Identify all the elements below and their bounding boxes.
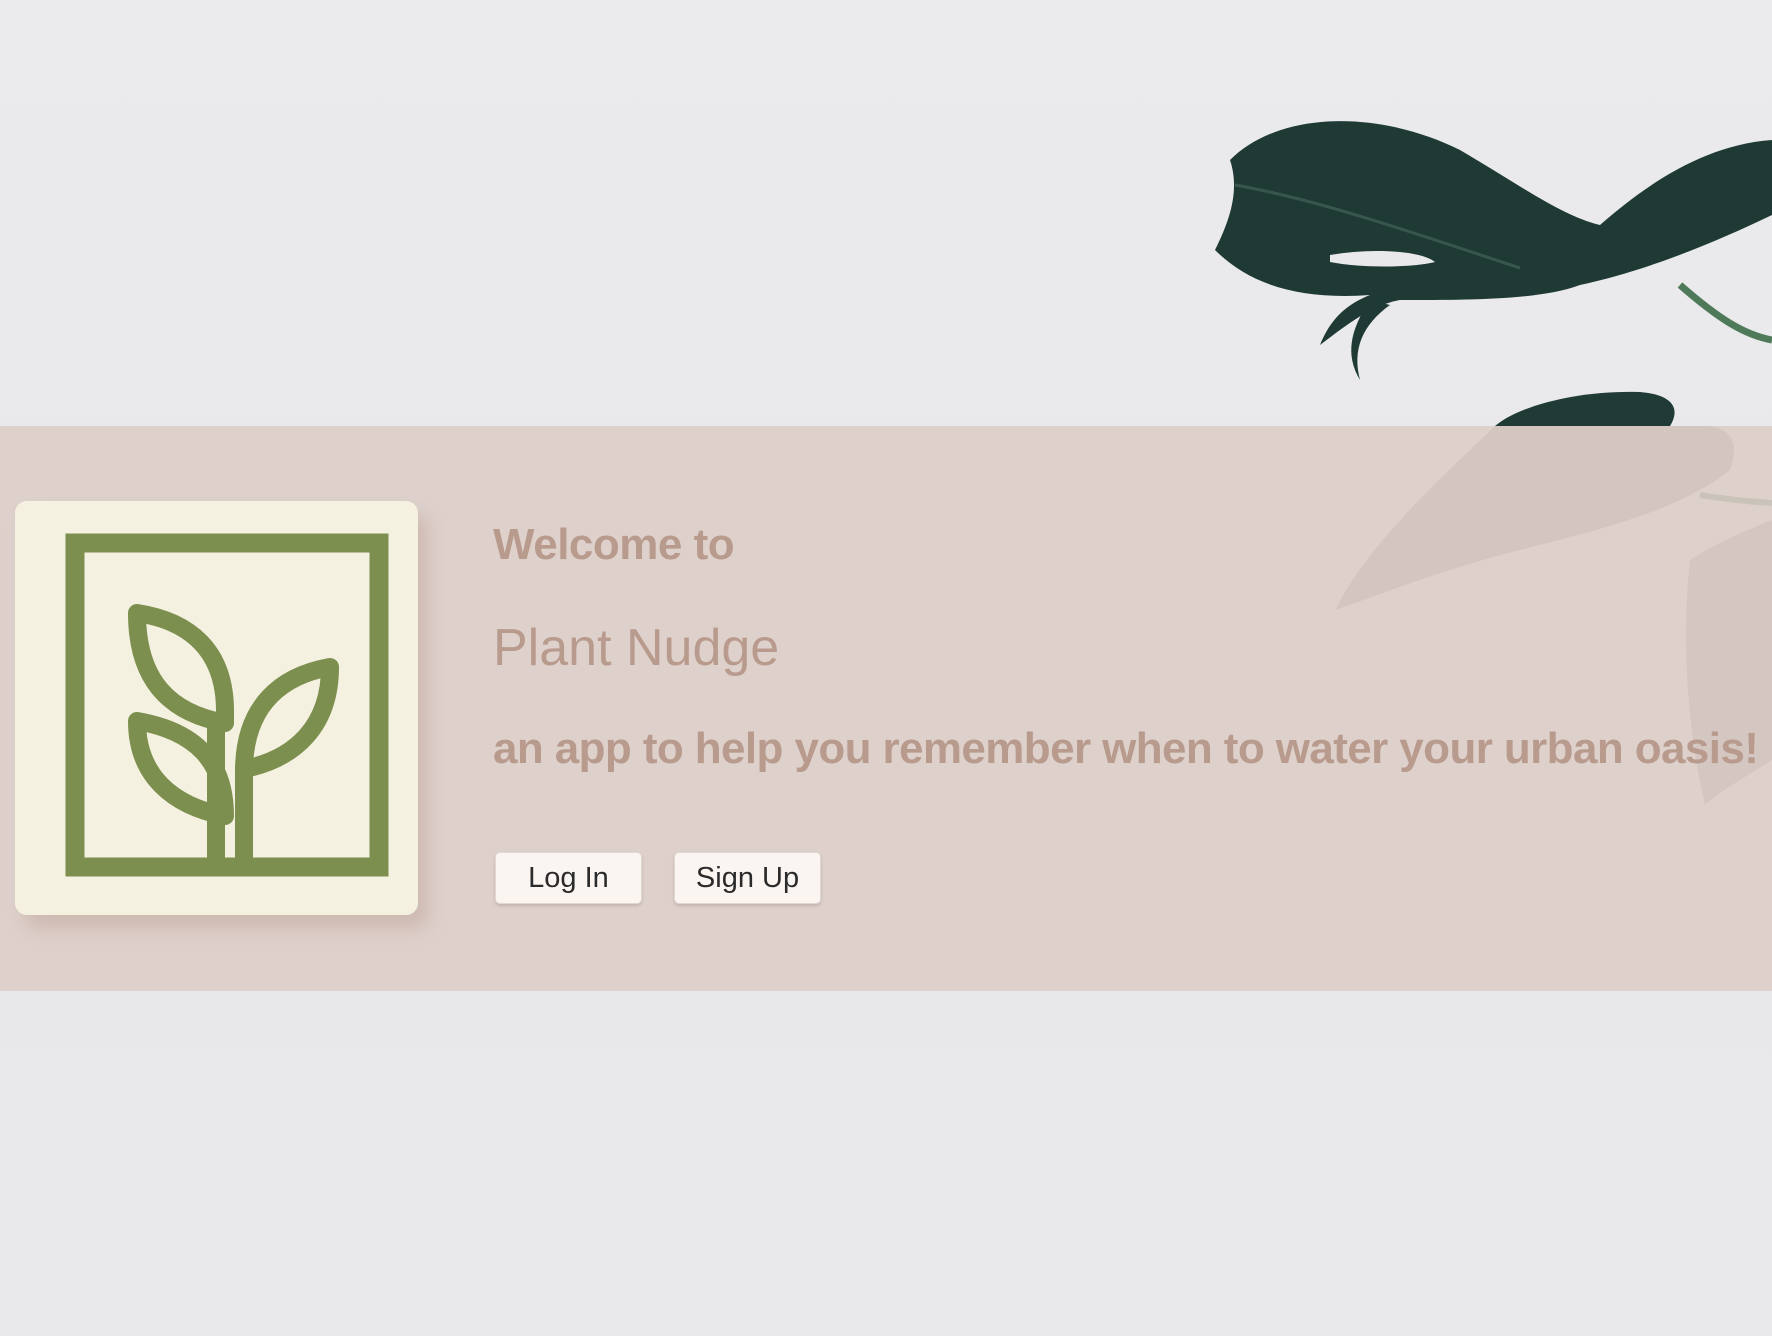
log-in-button[interactable]: Log In: [495, 852, 642, 904]
sign-up-button[interactable]: Sign Up: [674, 852, 821, 904]
welcome-heading: Welcome to: [493, 520, 735, 569]
tagline: an app to help you remember when to wate…: [493, 724, 1759, 773]
app-title: Plant Nudge: [493, 619, 780, 677]
logo-card: [15, 501, 418, 915]
sprout-icon: [65, 533, 389, 877]
